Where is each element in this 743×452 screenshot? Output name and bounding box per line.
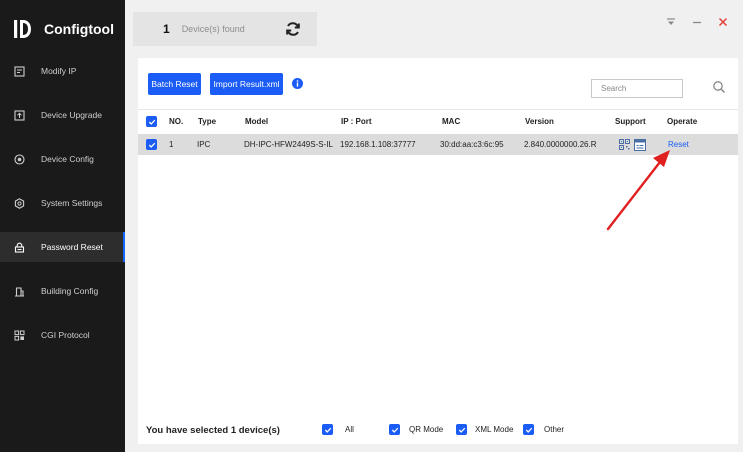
filter-all-label: All — [345, 425, 354, 434]
sidebar-item-label: Password Reset — [41, 242, 103, 252]
row-mac: 30:dd:aa:c3:6c:95 — [440, 140, 504, 149]
sidebar-item-system-settings[interactable]: System Settings — [0, 188, 125, 218]
device-count: 1 — [163, 22, 170, 36]
configtool-logo-icon — [14, 20, 31, 38]
close-icon[interactable] — [717, 16, 729, 28]
select-all-checkbox[interactable] — [146, 116, 157, 127]
search-icon[interactable] — [712, 80, 726, 94]
device-count-bar: 1 Device(s) found — [133, 12, 317, 46]
edit-icon — [13, 65, 25, 77]
sidebar-item-building-config[interactable]: Building Config — [0, 276, 125, 306]
app-title: Configtool — [44, 21, 114, 37]
devices-found-label: Device(s) found — [181, 24, 245, 34]
header-ip-port: IP : Port — [341, 117, 372, 126]
row-ip-port: 192.168.1.108:37777 — [340, 140, 416, 149]
header-no: NO. — [169, 117, 184, 126]
reset-link[interactable]: Reset — [668, 134, 689, 155]
filter-xml-mode-label: XML Mode — [475, 425, 514, 434]
row-model: DH-IPC-HFW2449S-S-IL — [244, 140, 333, 149]
lock-icon — [13, 241, 25, 253]
table-row[interactable]: 1 IPC DH-IPC-HFW2449S-S-IL 192.168.1.108… — [138, 134, 738, 155]
row-support — [619, 134, 646, 155]
filter-qr-mode[interactable]: QR Mode — [389, 424, 443, 435]
selected-count-text: You have selected 1 device(s) — [146, 425, 280, 436]
sidebar: Configtool Modify IP Device Upgrade Devi… — [0, 0, 125, 452]
row-type: IPC — [197, 140, 211, 149]
filter-other[interactable]: Other — [523, 424, 564, 435]
row-no: 1 — [169, 140, 174, 149]
search-input[interactable] — [591, 79, 683, 98]
window-controls — [665, 16, 729, 28]
sidebar-item-label: Building Config — [41, 286, 99, 296]
brand: Configtool — [12, 14, 114, 44]
sidebar-item-modify-ip[interactable]: Modify IP — [0, 56, 125, 86]
row-checkbox[interactable] — [146, 139, 157, 150]
filter-other-label: Other — [544, 425, 565, 434]
batch-reset-button[interactable]: Batch Reset — [148, 73, 201, 95]
sidebar-item-label: CGI Protocol — [41, 330, 90, 340]
sidebar-item-label: Modify IP — [41, 66, 77, 76]
sidebar-item-device-config[interactable]: Device Config — [0, 144, 125, 174]
selection-footer: You have selected 1 device(s) All QR Mod… — [138, 416, 738, 444]
filter-all[interactable]: All — [322, 424, 354, 435]
header-operate: Operate — [667, 117, 698, 126]
row-version: 2.840.0000000.26.R — [524, 140, 597, 149]
building-icon — [13, 285, 25, 297]
filter-all-checkbox[interactable] — [322, 424, 333, 435]
minimize-to-tray-icon[interactable] — [665, 16, 677, 28]
main-panel: Batch Reset Import Result.xml NO. Type M… — [138, 58, 738, 444]
qr-code-icon[interactable] — [619, 139, 630, 150]
filter-xml-mode[interactable]: XML Mode — [456, 424, 513, 435]
sidebar-item-label: System Settings — [41, 198, 103, 208]
target-icon — [13, 153, 25, 165]
settings-icon — [13, 197, 25, 209]
upload-icon — [13, 109, 25, 121]
minimize-icon[interactable] — [691, 16, 703, 28]
header-mac: MAC — [442, 117, 461, 126]
filter-xml-mode-checkbox[interactable] — [456, 424, 467, 435]
sidebar-item-label: Device Upgrade — [41, 110, 102, 120]
table-header: NO. Type Model IP : Port MAC Version Sup… — [138, 109, 738, 133]
info-icon[interactable] — [292, 78, 303, 89]
import-result-button[interactable]: Import Result.xml — [210, 73, 283, 95]
sidebar-item-cgi-protocol[interactable]: CGI Protocol — [0, 320, 125, 350]
header-version: Version — [525, 117, 554, 126]
filter-qr-mode-label: QR Mode — [409, 425, 444, 434]
header-support: Support — [615, 117, 646, 126]
sidebar-item-password-reset[interactable]: Password Reset — [0, 232, 125, 262]
xml-file-icon[interactable] — [634, 138, 646, 151]
refresh-icon[interactable] — [285, 21, 301, 37]
header-type: Type — [198, 117, 217, 126]
filter-qr-mode-checkbox[interactable] — [389, 424, 400, 435]
sidebar-item-label: Device Config — [41, 154, 94, 164]
filter-other-checkbox[interactable] — [523, 424, 534, 435]
grid-icon — [13, 329, 25, 341]
sidebar-item-device-upgrade[interactable]: Device Upgrade — [0, 100, 125, 130]
header-model: Model — [245, 117, 269, 126]
